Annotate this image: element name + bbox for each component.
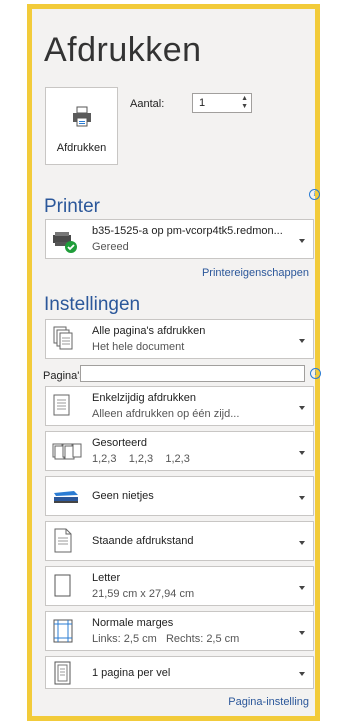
printer-dropdown[interactable]: b35-1525-a op pm-vcorp4tk5.redmon... Ger… — [45, 219, 314, 259]
chevron-down-icon — [299, 586, 305, 590]
collation-dropdown[interactable]: Gesorteerd 1,2,3 1,2,3 1,2,3 — [45, 431, 314, 471]
stapler-icon — [54, 491, 78, 503]
chevron-down-icon — [299, 541, 305, 545]
printer-info-icon[interactable]: i — [309, 189, 320, 200]
printer-icon — [73, 106, 91, 127]
sides-dropdown[interactable]: Enkelzijdig afdrukken Alleen afdrukken o… — [45, 386, 314, 426]
copies-value: 1 — [199, 97, 206, 109]
chevron-down-icon — [299, 631, 305, 635]
copies-input[interactable]: 1 ▲ ▼ — [192, 93, 252, 113]
pages-info-icon[interactable]: i — [310, 368, 321, 379]
margins-title: Normale marges — [92, 617, 174, 629]
chevron-down-icon — [299, 339, 305, 343]
paper-size-title: Letter — [92, 572, 121, 584]
printer-ready-icon — [53, 232, 77, 253]
copies-label: Aantal: — [130, 98, 165, 110]
paper-size-dropdown[interactable]: Letter 21,59 cm x 27,94 cm — [45, 566, 314, 606]
chevron-down-icon — [299, 406, 305, 410]
printer-status: Gereed — [92, 241, 129, 253]
page-title: Afdrukken — [44, 31, 202, 69]
pages-input[interactable] — [80, 365, 305, 382]
printer-properties-link[interactable]: Printereigenschappen — [202, 267, 309, 279]
orientation-dropdown[interactable]: Staande afdrukstand — [45, 521, 314, 561]
paper-size-icon — [54, 574, 71, 597]
portrait-icon — [54, 528, 72, 553]
settings-heading: Instellingen — [44, 294, 141, 315]
printer-name: b35-1525-a op pm-vcorp4tk5.redmon... — [92, 225, 283, 237]
orientation-title: Staande afdrukstand — [92, 535, 194, 547]
chevron-down-icon — [299, 451, 305, 455]
collation-title: Gesorteerd — [92, 437, 148, 449]
chevron-down-icon — [299, 672, 305, 676]
pages-icon — [53, 326, 73, 350]
margins-dropdown[interactable]: Normale marges Links: 2,5 cm Rechts: 2,5… — [45, 611, 314, 651]
print-button[interactable]: Afdrukken — [45, 87, 118, 165]
pages-per-sheet-dropdown[interactable]: 1 pagina per vel — [45, 656, 314, 689]
margins-icon — [53, 619, 73, 643]
pages-per-sheet-title: 1 pagina per vel — [92, 667, 171, 679]
sides-title: Enkelzijdig afdrukken — [92, 392, 196, 404]
staple-dropdown[interactable]: Geen nietjes — [45, 476, 314, 516]
chevron-down-icon — [299, 239, 305, 243]
collation-subtitle: 1,2,3 1,2,3 1,2,3 — [92, 453, 190, 465]
print-range-title: Alle pagina's afdrukken — [92, 325, 206, 337]
sides-subtitle: Alleen afdrukken op één zijd... — [92, 408, 240, 420]
print-range-dropdown[interactable]: Alle pagina's afdrukken Het hele documen… — [45, 319, 314, 359]
single-sided-icon — [53, 394, 70, 416]
print-button-label: Afdrukken — [56, 142, 107, 154]
staple-title: Geen nietjes — [92, 490, 154, 502]
collated-icon — [52, 443, 82, 460]
print-panel: Afdrukken Afdrukken Aantal: 1 ▲ ▼ Printer… — [27, 4, 321, 721]
page-setup-link[interactable]: Pagina-instelling — [228, 696, 309, 708]
copies-spinner-icon[interactable]: ▲ ▼ — [241, 95, 248, 111]
printer-heading: Printer — [44, 196, 100, 217]
pages-per-sheet-icon — [54, 661, 71, 685]
paper-size-subtitle: 21,59 cm x 27,94 cm — [92, 588, 195, 600]
margins-subtitle: Links: 2,5 cm Rechts: 2,5 cm — [92, 633, 240, 645]
print-range-subtitle: Het hele document — [92, 341, 185, 353]
chevron-down-icon — [299, 496, 305, 500]
